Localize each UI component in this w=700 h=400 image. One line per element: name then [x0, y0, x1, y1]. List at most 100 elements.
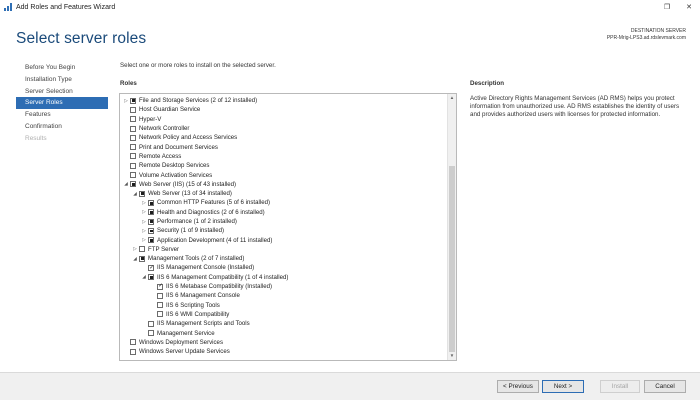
role-row[interactable]: IIS Management Console (Installed): [120, 263, 446, 272]
role-row[interactable]: IIS 6 Management Console: [120, 291, 446, 300]
role-checkbox[interactable]: [130, 125, 136, 132]
collapse-icon[interactable]: ◢: [122, 181, 130, 187]
role-row[interactable]: ▷ Security (1 of 9 installed): [120, 226, 446, 235]
role-row[interactable]: IIS 6 Metabase Compatibility (Installed): [120, 282, 446, 291]
role-row[interactable]: ◢ Web Server (IIS) (15 of 43 installed): [120, 180, 446, 189]
destination-server-value: PPR-Mrig-LPS3.ad.rdslevmark.com: [606, 35, 686, 41]
close-button[interactable]: ✕: [678, 0, 700, 14]
role-label: IIS 6 Metabase Compatibility (Installed): [166, 283, 273, 291]
expand-icon[interactable]: ▷: [131, 246, 139, 252]
role-row[interactable]: ▷ File and Storage Services (2 of 12 inst…: [120, 96, 446, 105]
expand-icon[interactable]: ▷: [140, 228, 148, 234]
expand-icon[interactable]: ▷: [140, 200, 148, 206]
role-checkbox[interactable]: [148, 320, 154, 327]
role-checkbox[interactable]: [148, 237, 154, 244]
expand-icon[interactable]: ▷: [140, 219, 148, 225]
role-checkbox[interactable]: [139, 255, 145, 262]
expand-icon[interactable]: ▷: [140, 237, 148, 243]
role-row[interactable]: ▷ Common HTTP Features (5 of 6 installed): [120, 198, 446, 207]
wizard-footer: < Previous Next > Install Cancel: [0, 372, 700, 400]
role-checkbox[interactable]: [157, 292, 163, 299]
restore-button[interactable]: ❐: [656, 0, 678, 14]
role-row[interactable]: ▷ FTP Server: [120, 245, 446, 254]
nav-item-features[interactable]: Features: [16, 109, 108, 121]
expand-icon[interactable]: ▷: [122, 98, 130, 104]
role-row[interactable]: Hyper-V: [120, 115, 446, 124]
role-checkbox[interactable]: [130, 134, 136, 141]
role-checkbox[interactable]: [148, 227, 154, 234]
role-row[interactable]: ◢ Management Tools (2 of 7 installed): [120, 254, 446, 263]
role-row[interactable]: Management Service: [120, 328, 446, 337]
role-row[interactable]: IIS Management Scripts and Tools: [120, 319, 446, 328]
role-label: Common HTTP Features (5 of 6 installed): [157, 199, 271, 207]
role-checkbox[interactable]: [130, 181, 136, 188]
collapse-icon[interactable]: ◢: [131, 191, 139, 197]
scroll-up-icon[interactable]: ▲: [448, 94, 456, 102]
role-checkbox[interactable]: [148, 209, 154, 216]
scroll-thumb[interactable]: [449, 166, 455, 352]
role-checkbox[interactable]: [130, 162, 136, 169]
role-checkbox[interactable]: [148, 264, 154, 272]
role-row[interactable]: Remote Access: [120, 152, 446, 161]
role-checkbox[interactable]: [130, 172, 136, 179]
role-row[interactable]: ◢ Web Server (13 of 34 installed): [120, 189, 446, 198]
description-heading: Description: [470, 80, 505, 87]
role-row[interactable]: Windows Server Update Services: [120, 347, 446, 356]
role-checkbox[interactable]: [130, 106, 136, 113]
role-row[interactable]: ▷ Performance (1 of 2 installed): [120, 217, 446, 226]
role-row[interactable]: Windows Deployment Services: [120, 338, 446, 347]
nav-item-server-roles[interactable]: Server Roles: [16, 97, 108, 110]
role-checkbox[interactable]: [148, 274, 154, 281]
role-checkbox[interactable]: [157, 302, 163, 309]
cancel-button[interactable]: Cancel: [644, 380, 686, 393]
role-checkbox[interactable]: [148, 199, 154, 206]
next-button[interactable]: Next >: [542, 380, 584, 393]
role-row[interactable]: Network Policy and Access Services: [120, 133, 446, 142]
role-label: Web Server (13 of 34 installed): [148, 190, 232, 198]
role-row[interactable]: Host Guardian Service: [120, 105, 446, 114]
role-checkbox[interactable]: [130, 153, 136, 160]
role-label: Host Guardian Service: [139, 106, 201, 114]
role-checkbox[interactable]: [157, 311, 163, 318]
role-row[interactable]: ◢ IIS 6 Management Compatibility (1 of 4 …: [120, 273, 446, 282]
collapse-icon[interactable]: ◢: [131, 256, 139, 262]
role-checkbox[interactable]: [130, 339, 136, 346]
roles-tree[interactable]: ▷ File and Storage Services (2 of 12 inst…: [119, 93, 457, 361]
scroll-down-icon[interactable]: ▼: [448, 352, 456, 360]
role-row[interactable]: ▷ Health and Diagnostics (2 of 6 installe…: [120, 208, 446, 217]
role-checkbox[interactable]: [139, 190, 145, 197]
role-checkbox[interactable]: [148, 218, 154, 225]
role-label: Print and Document Services: [139, 143, 218, 151]
role-label: Management Service: [157, 329, 215, 337]
role-checkbox[interactable]: [130, 144, 136, 151]
role-label: Hyper-V: [139, 115, 162, 123]
role-row[interactable]: IIS 6 Scripting Tools: [120, 301, 446, 310]
role-label: Windows Deployment Services: [139, 338, 223, 346]
roles-list: ▷ File and Storage Services (2 of 12 inst…: [120, 96, 446, 356]
nav-item-server-selection[interactable]: Server Selection: [16, 86, 108, 98]
role-label: IIS 6 Scripting Tools: [166, 301, 220, 309]
role-label: IIS Management Scripts and Tools: [157, 320, 250, 328]
role-checkbox[interactable]: [130, 116, 136, 123]
nav-item-confirmation[interactable]: Confirmation: [16, 121, 108, 133]
role-checkbox[interactable]: [157, 282, 163, 290]
role-checkbox[interactable]: [139, 246, 145, 253]
window-title: Add Roles and Features Wizard: [16, 3, 116, 11]
collapse-icon[interactable]: ◢: [140, 274, 148, 280]
roles-scrollbar[interactable]: ▲ ▼: [447, 94, 456, 360]
role-row[interactable]: Network Controller: [120, 124, 446, 133]
role-row[interactable]: Volume Activation Services: [120, 170, 446, 179]
role-label: Windows Server Update Services: [139, 348, 230, 356]
expand-icon[interactable]: ▷: [140, 209, 148, 215]
role-row[interactable]: Print and Document Services: [120, 142, 446, 151]
role-checkbox[interactable]: [130, 348, 136, 355]
nav-item-installation-type[interactable]: Installation Type: [16, 74, 108, 86]
role-row[interactable]: ▷ Application Development (4 of 11 instal…: [120, 235, 446, 244]
role-checkbox[interactable]: [130, 97, 136, 104]
role-row[interactable]: Remote Desktop Services: [120, 161, 446, 170]
nav-item-before-you-begin[interactable]: Before You Begin: [16, 62, 108, 74]
role-checkbox[interactable]: [148, 330, 154, 337]
roles-heading: Roles: [120, 80, 137, 87]
role-row[interactable]: IIS 6 WMI Compatibility: [120, 310, 446, 319]
previous-button[interactable]: < Previous: [497, 380, 539, 393]
